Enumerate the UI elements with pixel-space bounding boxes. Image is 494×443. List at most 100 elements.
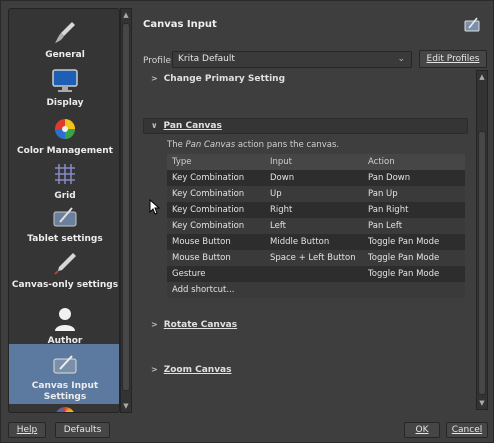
column-header: Action xyxy=(368,157,395,167)
scroll-up-icon[interactable]: ▲ xyxy=(477,73,487,81)
group-change-primary[interactable]: > Change Primary Setting xyxy=(151,74,285,84)
sidebar-scroll-thumb[interactable] xyxy=(122,23,130,391)
cancel-label: Cancel xyxy=(451,425,483,435)
help-button[interactable]: Help xyxy=(8,422,46,438)
cell-type: Gesture xyxy=(172,269,206,279)
grid-icon xyxy=(51,160,79,188)
defaults-label: Defaults xyxy=(63,425,102,435)
canvas-input-content: > Change Primary Setting ∨ Pan Canvas The … xyxy=(143,70,474,410)
ok-button[interactable]: OK xyxy=(404,422,440,438)
cell-input: Up xyxy=(270,189,282,199)
group-pan-canvas[interactable]: ∨ Pan Canvas xyxy=(151,121,222,131)
sidebar-item-tablet-settings[interactable]: Tablet settings xyxy=(9,203,119,245)
canvas-input-icon xyxy=(51,350,79,378)
table-row[interactable]: Key Combination Left Pan Left xyxy=(167,218,465,234)
cell-action: Toggle Pan Mode xyxy=(368,269,440,279)
profile-label: Profile xyxy=(143,56,171,66)
table-row[interactable]: Mouse Button Space + Left Button Toggle … xyxy=(167,250,465,266)
cell-action: Pan Down xyxy=(368,173,411,183)
content-scrollbar[interactable]: ▲ ▼ xyxy=(476,70,488,410)
color-wheel-icon xyxy=(51,115,79,143)
sidebar-item-label: General xyxy=(45,50,85,60)
sidebar-scrollbar[interactable]: ▲ ▼ xyxy=(120,8,132,413)
page-title: Canvas Input xyxy=(143,19,217,30)
partial-icon xyxy=(55,407,75,412)
mouse-cursor-icon xyxy=(149,198,161,218)
cell-type: Key Combination xyxy=(172,173,245,183)
cell-type: Mouse Button xyxy=(172,253,231,263)
table-row[interactable]: Key Combination Up Pan Up xyxy=(167,186,465,202)
sidebar-item-label: Color Management xyxy=(17,146,113,156)
edit-profiles-label: Edit Profiles xyxy=(426,54,480,64)
person-icon xyxy=(51,305,79,333)
canvas-input-icon xyxy=(464,16,480,32)
table-header: Type Input Action xyxy=(167,154,465,170)
desc-action: Pan Canvas xyxy=(185,140,236,150)
sidebar-item-label: Canvas-only settings xyxy=(11,280,119,290)
defaults-button[interactable]: Defaults xyxy=(55,422,110,438)
sidebar-item-label: Tablet settings xyxy=(27,234,103,244)
table-row[interactable]: Key Combination Down Pan Down xyxy=(167,170,465,186)
cell-action: Toggle Pan Mode xyxy=(368,253,440,263)
chevron-down-icon: ⌄ xyxy=(397,54,405,64)
cell-action: Pan Left xyxy=(368,221,403,231)
add-shortcut-label: Add shortcut... xyxy=(172,285,235,295)
sidebar-item-canvas-only[interactable]: Canvas-only settings xyxy=(9,249,119,291)
group-label: Rotate Canvas xyxy=(163,320,238,330)
scroll-down-icon[interactable]: ▼ xyxy=(477,399,487,407)
column-header: Input xyxy=(270,157,293,167)
ok-label: OK xyxy=(415,425,429,435)
cell-input: Right xyxy=(270,205,293,215)
sidebar-item-label: Display xyxy=(46,98,84,108)
sidebar-item-general[interactable]: General xyxy=(9,19,119,61)
sidebar-item-canvas-input-settings[interactable]: Canvas Input Settings xyxy=(9,344,119,404)
desc-text: action pans the canvas. xyxy=(235,140,340,150)
table-row[interactable]: Gesture Toggle Pan Mode xyxy=(167,266,465,282)
sidebar-item-author[interactable]: Author xyxy=(9,305,119,347)
profile-select[interactable]: Krita Default ⌄ xyxy=(172,51,412,68)
monitor-icon xyxy=(51,67,79,95)
group-label: Change Primary Setting xyxy=(163,74,286,84)
expand-icon: > xyxy=(151,320,158,329)
sidebar-item-display[interactable]: Display xyxy=(9,67,119,109)
sidebar-item-grid[interactable]: Grid xyxy=(9,160,119,202)
settings-sidebar: General Display Color Management Grid Ta… xyxy=(8,8,120,413)
cell-input: Middle Button xyxy=(270,237,330,247)
shortcut-table: Type Input Action Key Combination Down P… xyxy=(167,154,465,298)
table-row[interactable]: Mouse Button Middle Button Toggle Pan Mo… xyxy=(167,234,465,250)
cell-input: Down xyxy=(270,173,295,183)
table-row[interactable]: Key Combination Right Pan Right xyxy=(167,202,465,218)
cell-type: Key Combination xyxy=(172,221,245,231)
scroll-up-icon[interactable]: ▲ xyxy=(121,11,131,19)
sidebar-item-label: Grid xyxy=(54,191,76,201)
group-rotate-canvas[interactable]: > Rotate Canvas xyxy=(151,320,237,330)
cancel-button[interactable]: Cancel xyxy=(446,422,488,438)
column-header: Type xyxy=(172,157,192,167)
brush-icon xyxy=(51,19,79,47)
cell-input: Space + Left Button xyxy=(270,253,356,263)
cell-action: Toggle Pan Mode xyxy=(368,237,440,247)
cell-input: Left xyxy=(270,221,286,231)
group-zoom-canvas[interactable]: > Zoom Canvas xyxy=(151,365,232,375)
collapse-icon: ∨ xyxy=(151,121,158,130)
desc-text: The xyxy=(167,140,186,150)
cell-action: Pan Right xyxy=(368,205,409,215)
content-scroll-thumb[interactable] xyxy=(478,131,486,395)
sidebar-item-label: Canvas Input Settings xyxy=(31,381,99,402)
help-label: Help xyxy=(16,425,38,435)
sidebar-item-color-management[interactable]: Color Management xyxy=(9,115,119,157)
edit-profiles-button[interactable]: Edit Profiles xyxy=(419,50,487,68)
expand-icon: > xyxy=(151,365,158,374)
pan-description: The Pan Canvas action pans the canvas. xyxy=(167,140,339,150)
expand-icon: > xyxy=(151,74,158,83)
cell-action: Pan Up xyxy=(368,189,398,199)
cell-type: Mouse Button xyxy=(172,237,231,247)
scroll-down-icon[interactable]: ▼ xyxy=(121,402,131,410)
group-label: Zoom Canvas xyxy=(163,365,232,375)
group-label: Pan Canvas xyxy=(163,121,222,131)
pen-icon xyxy=(51,249,79,277)
profile-value: Krita Default xyxy=(178,54,235,64)
add-shortcut-row[interactable]: Add shortcut... xyxy=(167,282,465,298)
tablet-icon xyxy=(51,203,79,231)
cell-type: Key Combination xyxy=(172,189,245,199)
